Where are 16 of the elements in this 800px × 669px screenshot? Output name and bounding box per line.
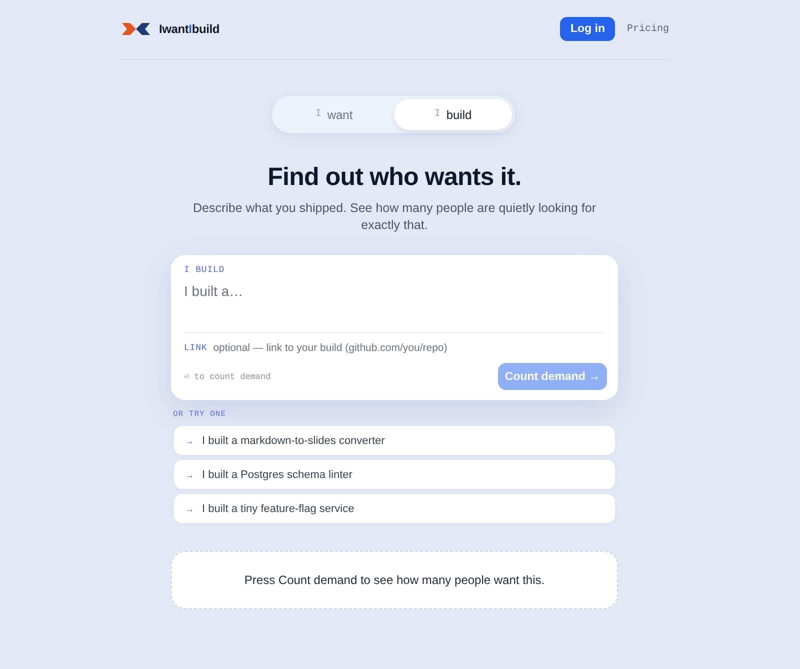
headline: Find out who wants it.: [266, 162, 522, 193]
result-message: Press Count demand to see how many people want this.: [244, 573, 545, 587]
login-button[interactable]: Log in: [560, 17, 615, 41]
mode-tab[interactable]: I want: [275, 99, 393, 130]
suggestion-item[interactable]: → I built a tiny feature-flag service: [174, 494, 615, 523]
section-heading: OR TRY ONE: [173, 410, 226, 419]
pricing-link[interactable]: Pricing: [626, 24, 669, 34]
keyboard-hint: ⏎ to count demand: [184, 372, 271, 382]
suggestion-item[interactable]: → I built a Postgres schema linter: [174, 460, 615, 489]
suggestion-item[interactable]: → I built a markdown-to-slides converter: [174, 426, 615, 455]
subtitle: Describe what you shipped. See how many people are quietly looking for exactly that.: [192, 200, 597, 234]
logo-text: IwantIbuild: [159, 22, 220, 36]
logo-icon: [122, 23, 150, 35]
mode-tab[interactable]: I build: [394, 99, 512, 130]
field-label: I BUILD: [184, 265, 226, 275]
field-label: LINK: [184, 343, 208, 353]
